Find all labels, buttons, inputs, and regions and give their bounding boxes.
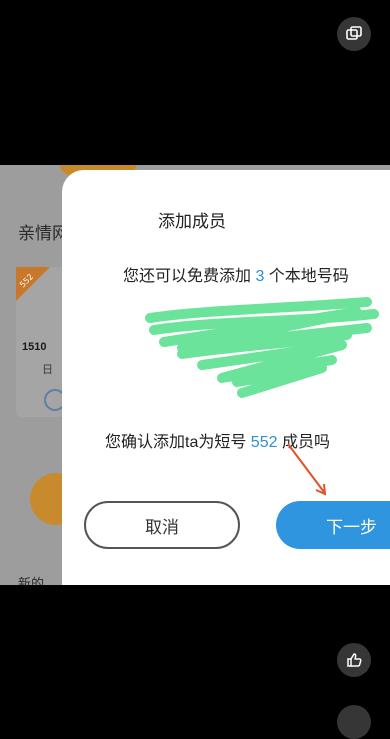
- like-button[interactable]: [337, 643, 371, 677]
- quota-prefix: 您还可以免费添加: [123, 268, 256, 285]
- annotation-arrow: [287, 443, 327, 496]
- pip-button[interactable]: [337, 17, 371, 51]
- quota-suffix: 个本地号码: [264, 268, 349, 285]
- background-footer-text: 新的: [18, 577, 45, 585]
- video-top-letterbox: [0, 0, 390, 165]
- app-screen: 亲情网 552 1510 日 新的 添加成员 您还可以免费添加 3 个本地号码 …: [0, 165, 390, 585]
- redaction-scribble: [145, 297, 379, 398]
- thumbs-up-icon: [347, 653, 362, 667]
- free-add-quota-text: 您还可以免费添加 3 个本地号码: [123, 262, 349, 286]
- video-bottom-letterbox: [0, 585, 390, 739]
- pip-window-icon: [346, 26, 362, 40]
- dialog-title: 添加成员: [158, 212, 226, 231]
- add-member-dialog: 添加成员 您还可以免费添加 3 个本地号码 您确认添加ta为短号 552 成员吗…: [62, 170, 390, 585]
- cancel-label: 取消: [145, 517, 179, 537]
- more-button-partial[interactable]: [337, 705, 371, 739]
- next-step-label: 下一步: [326, 517, 377, 537]
- background-member-subtitle: 日: [42, 363, 53, 376]
- background-member-number: 1510: [22, 341, 47, 353]
- cancel-button[interactable]: 取消: [84, 501, 240, 549]
- confirm-prefix: 您确认添加ta为短号: [105, 434, 251, 451]
- confirm-short-number: 552: [250, 434, 278, 451]
- next-step-button[interactable]: 下一步: [276, 501, 390, 549]
